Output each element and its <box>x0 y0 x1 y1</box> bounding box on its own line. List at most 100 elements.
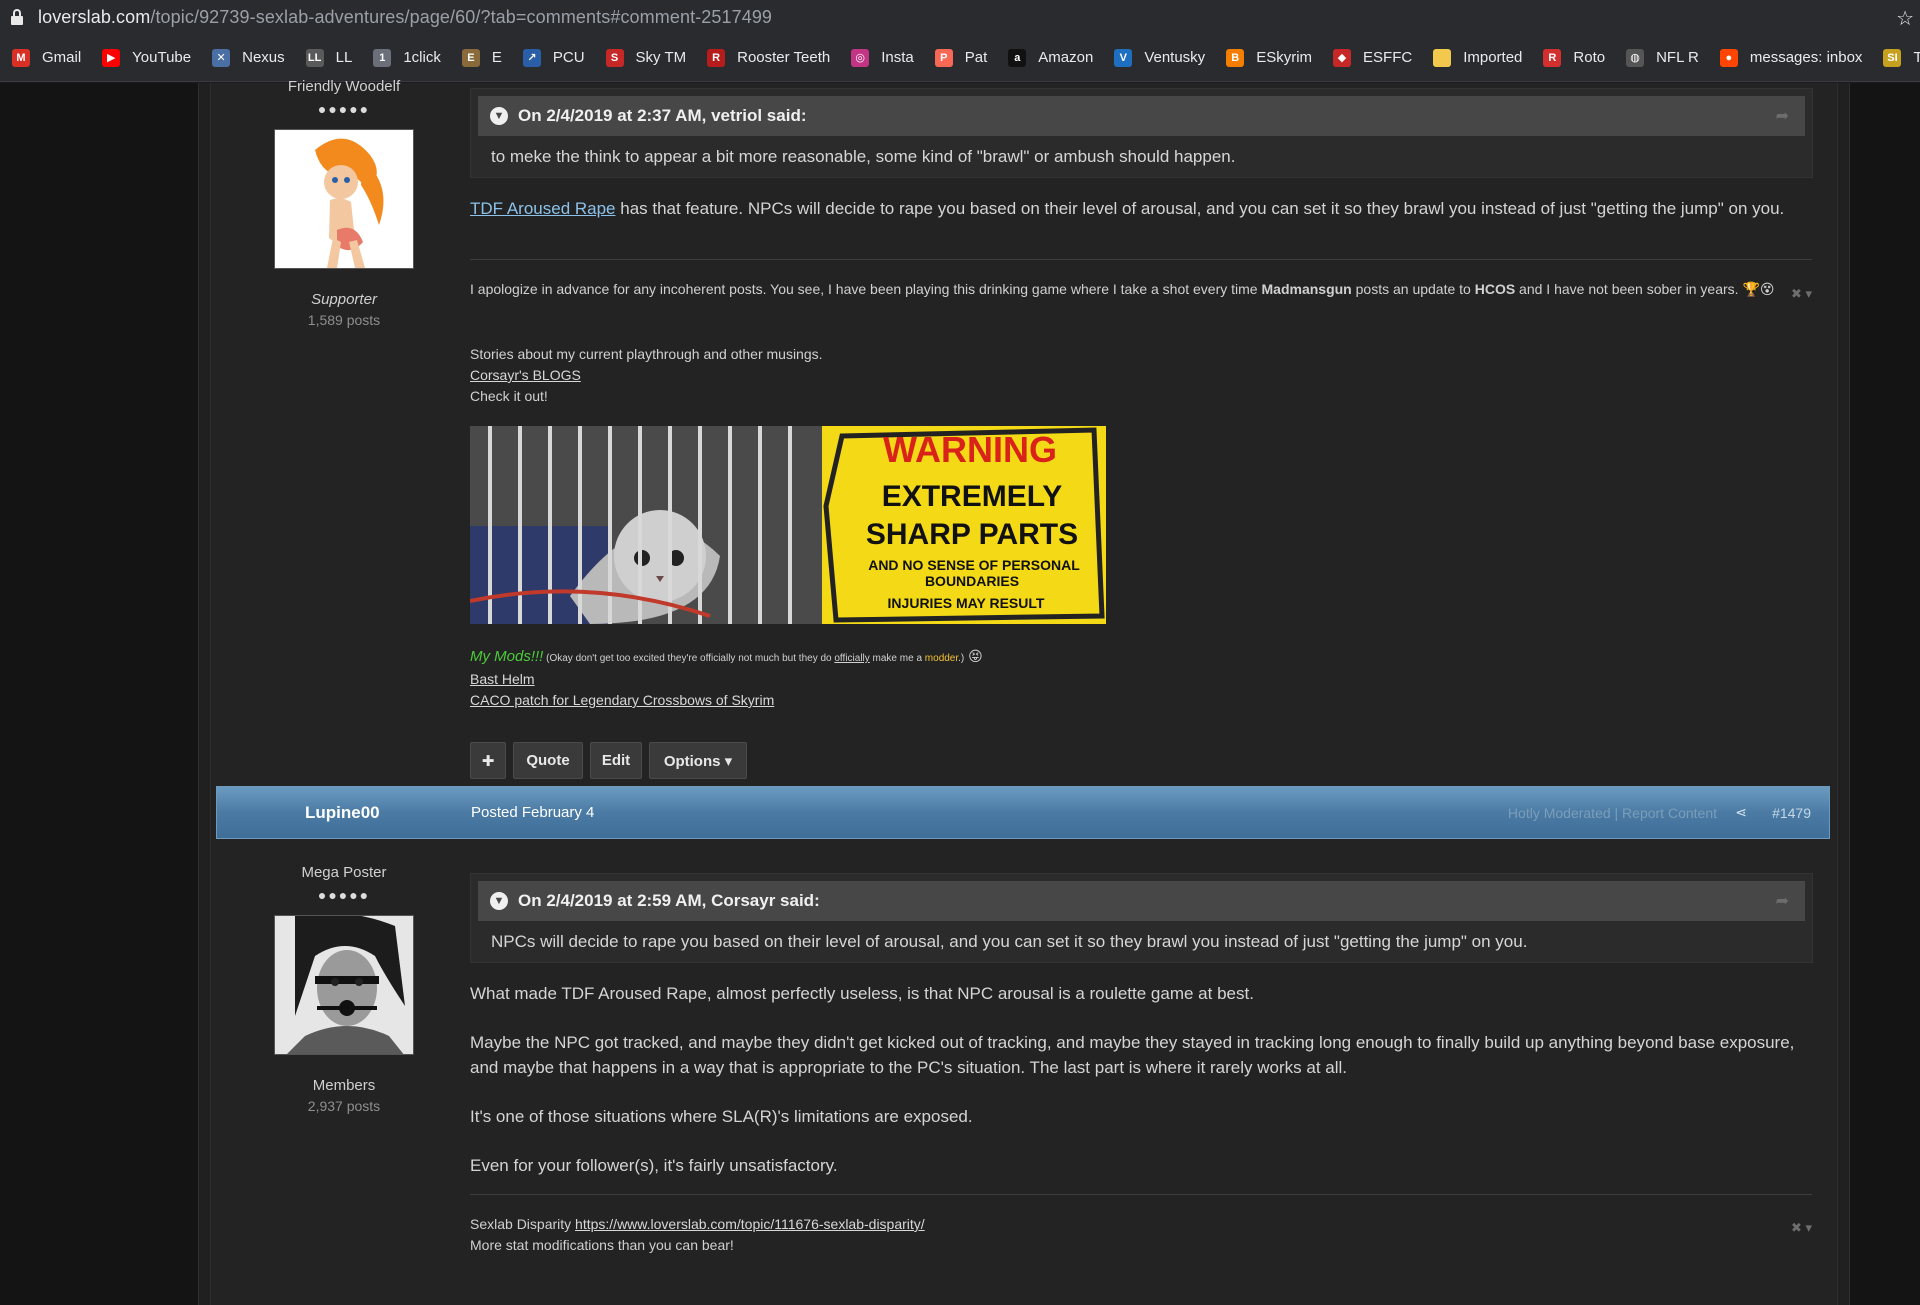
post2-author-panel: Mega Poster ●●●●● Members 2,937 posts <box>244 864 444 1114</box>
bookmark-label: Pat <box>964 49 988 66</box>
sig-text: and I have not been sober in years. <box>1515 281 1743 297</box>
edit-button[interactable]: Edit <box>590 742 642 779</box>
avatar[interactable] <box>274 129 414 269</box>
bookmark-item[interactable]: ● messages: inbox <box>1719 48 1862 67</box>
bookmark-label: Insta <box>881 49 914 66</box>
bookmark-label: ESFFC <box>1363 49 1413 66</box>
sig-text: I apologize in advance for any incoheren… <box>470 281 1262 297</box>
post-number[interactable]: #1479 <box>1772 805 1811 821</box>
signature-options-icon[interactable]: ✖ ▾ <box>1791 1220 1812 1236</box>
post-count[interactable]: 1,589 posts <box>244 312 444 328</box>
corsayr-blogs-link[interactable]: Corsayr's BLOGS <box>470 367 581 383</box>
globe-icon: ◍ <box>1626 48 1645 67</box>
post1-mods: My Mods!!! (Okay don't get too excited t… <box>470 646 1780 711</box>
bookmark-star-icon[interactable]: ☆ <box>1896 6 1914 31</box>
bookmark-item[interactable]: ◎ Insta <box>851 48 914 67</box>
sexlab-disparity-link[interactable]: https://www.loverslab.com/topic/111676-s… <box>575 1216 925 1232</box>
caco-patch-link[interactable]: CACO patch for Legendary Crossbows of Sk… <box>470 692 774 708</box>
post2-paragraph: Even for your follower(s), it's fairly u… <box>470 1156 838 1175</box>
quote-text: to meke the think to appear a bit more r… <box>491 147 1236 166</box>
blogger-icon: B <box>1226 48 1245 67</box>
stories-text: Stories about my current playthrough and… <box>470 346 823 362</box>
bookmark-item[interactable]: R Roto <box>1543 48 1605 67</box>
bookmark-label: Sky TM <box>635 49 687 66</box>
bookmark-label: ESkyrim <box>1256 49 1313 66</box>
sign-boundaries-text: BOUNDARIES <box>925 573 1019 589</box>
avatar[interactable] <box>274 915 414 1055</box>
bookmark-item[interactable]: P Pat <box>934 48 988 67</box>
rooster-teeth-icon: R <box>707 48 726 67</box>
bookmark-item[interactable]: ↗ PCU <box>522 48 585 67</box>
bast-helm-link[interactable]: Bast Helm <box>470 671 535 687</box>
author-rank: Mega Poster <box>301 864 387 881</box>
bookmark-item[interactable]: R Rooster Teeth <box>707 48 831 67</box>
signature-options-icon[interactable]: ✖ ▾ <box>1791 286 1812 302</box>
bookmark-item[interactable]: EE <box>461 48 502 67</box>
bookmarks-bar: M Gmail ▶ YouTube ✕ Nexus LL LL 1 1click E E ↗ PCU S Sk… <box>0 34 1920 82</box>
1click-icon: 1 <box>373 48 392 67</box>
bookmark-item[interactable]: ✕ Nexus <box>212 48 285 67</box>
sig-label: Sexlab Disparity <box>470 1216 576 1232</box>
react-plus-button[interactable]: ✚ <box>470 742 506 779</box>
post2-signature: Sexlab Disparity https://www.loverslab.c… <box>470 1214 1780 1256</box>
bookmark-label: 1click <box>403 49 441 66</box>
instagram-icon: ◎ <box>851 48 870 67</box>
address-bar[interactable]: loverslab.com/topic/92739-sexlab-adventu… <box>0 0 1920 34</box>
bookmark-label: Ventusky <box>1144 49 1206 66</box>
sig-bold-hcos: HCOS <box>1474 281 1516 297</box>
jump-to-quote-icon[interactable]: ➦ <box>1776 891 1789 911</box>
share-icon[interactable]: ⋖ <box>1735 804 1747 821</box>
mods-note: (Okay don't get too excited they're offi… <box>543 653 835 664</box>
jump-to-quote-icon[interactable]: ➦ <box>1776 106 1789 126</box>
bookmark-label: E <box>491 49 502 66</box>
sign-extremely-text: EXTREMELY <box>882 480 1063 513</box>
signature-warning-image[interactable]: WARNING EXTREMELY SHARP PARTS AND NO SEN… <box>470 426 1106 624</box>
member-group: Members <box>312 1077 376 1094</box>
bookmark-item[interactable]: V Ventusky <box>1114 48 1206 67</box>
chevron-down-icon[interactable]: ▼ <box>490 892 508 910</box>
options-button[interactable]: Options ▾ <box>649 742 747 779</box>
bookmark-label: Rooster Teeth <box>737 49 831 66</box>
post-date[interactable]: Posted February 4 <box>471 804 594 821</box>
e-icon: E <box>461 48 480 67</box>
quote-citation[interactable]: ▼ On 2/4/2019 at 2:37 AM, vetriol said: … <box>478 96 1805 136</box>
bookmark-item[interactable]: ◍ NFL R <box>1626 48 1699 67</box>
bookmark-item[interactable]: Imported <box>1433 48 1522 67</box>
bookmark-item[interactable]: S Sky TM <box>605 48 687 67</box>
tdf-aroused-rape-link[interactable]: TDF Aroused Rape <box>470 199 616 218</box>
sign-sharp-parts-text: SHARP PARTS <box>866 518 1078 551</box>
bookmark-item[interactable]: SI TSD <box>1883 48 1920 67</box>
sign-warning-text: WARNING <box>883 429 1057 470</box>
tongue-emoji: 😝 <box>968 648 983 664</box>
quote-citation[interactable]: ▼ On 2/4/2019 at 2:59 AM, Corsayr said: … <box>478 881 1805 921</box>
bookmark-label: NFL R <box>1656 49 1699 66</box>
bookmark-item[interactable]: 1 1click <box>373 48 441 67</box>
lock-icon <box>10 9 24 25</box>
bookmark-label: YouTube <box>132 49 192 66</box>
moderation-links[interactable]: Hotly Moderated | Report Content <box>1508 805 1717 821</box>
post1-body-text: has that feature. NPCs will decide to ra… <box>615 199 1785 218</box>
quote-text: NPCs will decide to rape you based on th… <box>491 932 1528 951</box>
trophy-dizzy-emoji: 🏆😵 <box>1742 281 1775 297</box>
bookmark-label: LL <box>335 49 353 66</box>
bookmark-item[interactable]: a Amazon <box>1008 48 1093 67</box>
bookmark-item[interactable]: LL LL <box>305 48 353 67</box>
post1-body: TDF Aroused Rape has that feature. NPCs … <box>470 196 1810 221</box>
bookmark-label: Nexus <box>242 49 285 66</box>
tsd-icon: SI <box>1883 48 1902 67</box>
post-count[interactable]: 2,937 posts <box>244 1098 444 1114</box>
chevron-down-icon[interactable]: ▼ <box>490 107 508 125</box>
reddit-icon: ● <box>1719 48 1738 67</box>
quote-button[interactable]: Quote <box>513 742 583 779</box>
bookmark-item[interactable]: ▶ YouTube <box>102 48 192 67</box>
folder-icon <box>1433 48 1452 67</box>
post1-signature-stories: Stories about my current playthrough and… <box>470 344 1780 407</box>
bookmark-item[interactable]: M Gmail <box>12 48 81 67</box>
sign-injuries-text: INJURIES MAY RESULT <box>888 595 1045 611</box>
bookmark-item[interactable]: B ESkyrim <box>1226 48 1313 67</box>
bookmark-item[interactable]: ◆ ESFFC <box>1333 48 1413 67</box>
url-text[interactable]: loverslab.com/topic/92739-sexlab-adventu… <box>38 7 772 28</box>
mods-note: make me a <box>869 653 925 664</box>
username-link[interactable]: Lupine00 <box>305 803 380 823</box>
page-area: Friendly Woodelf ●●●●● Supporter 1,589 p… <box>0 78 1920 1305</box>
